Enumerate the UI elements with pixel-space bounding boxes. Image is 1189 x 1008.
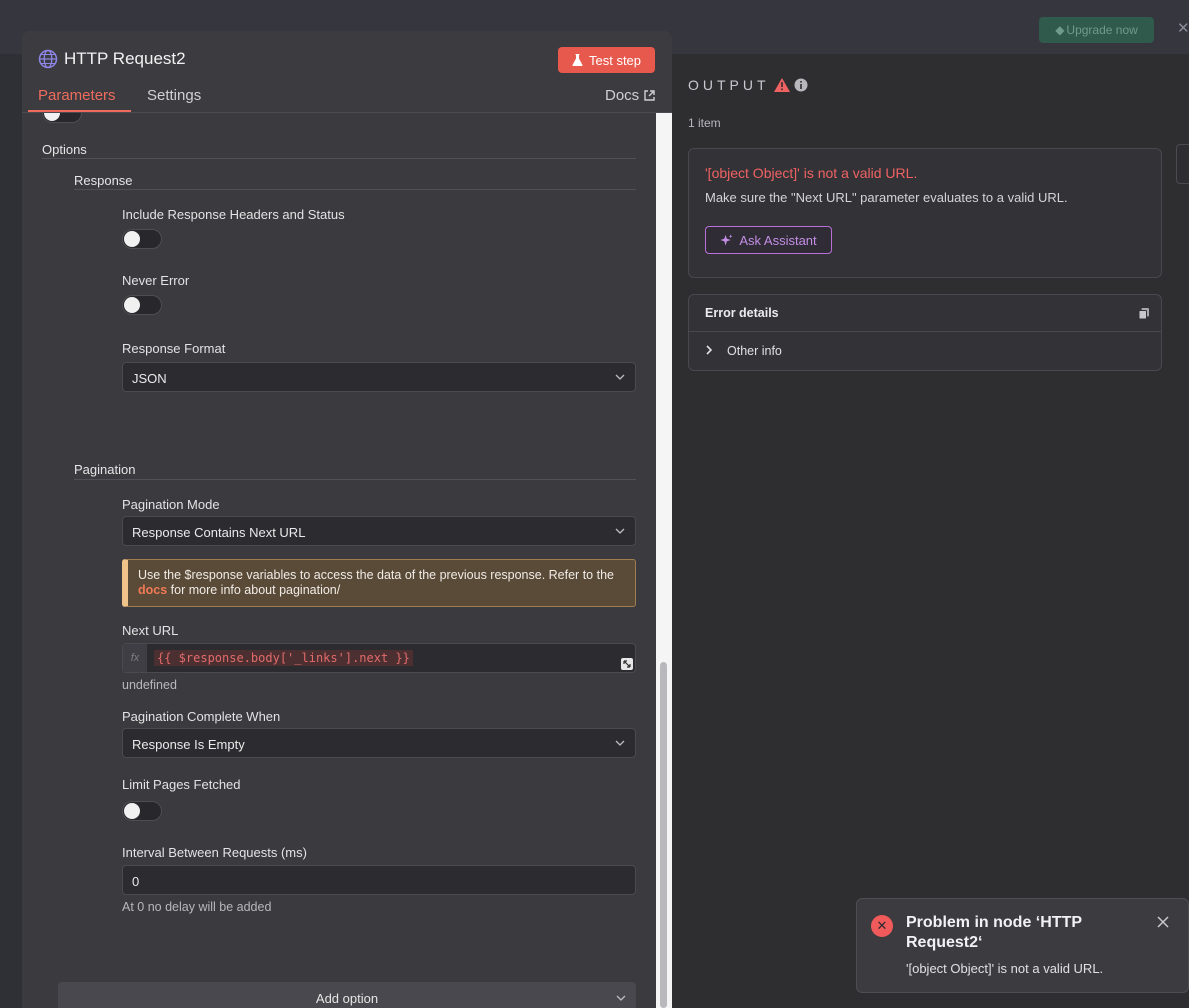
chevron-down-icon: [615, 374, 625, 380]
never-error-label: Never Error: [122, 273, 190, 288]
pagination-mode-select[interactable]: Response Contains Next URL: [122, 516, 636, 546]
toast-message: '[object Object]' is not a valid URL.: [906, 961, 1104, 976]
tab-settings[interactable]: Settings: [147, 87, 201, 104]
complete-when-label: Pagination Complete When: [122, 709, 281, 724]
tab-parameters[interactable]: Parameters: [38, 87, 116, 104]
response-format-select[interactable]: JSON: [122, 362, 636, 392]
limit-pages-toggle[interactable]: [122, 801, 162, 821]
toast-title: Problem in node ‘HTTP Request2‘: [906, 914, 1082, 951]
node-parameters-panel: HTTP Request2 Test step Parameters Setti…: [22, 31, 672, 1008]
interval-label: Interval Between Requests (ms): [122, 845, 307, 860]
docs-notice-link[interactable]: docs: [138, 583, 167, 597]
chevron-down-icon: [616, 995, 626, 1001]
test-step-button[interactable]: Test step: [558, 47, 655, 73]
interval-input[interactable]: 0: [122, 865, 636, 895]
close-icon[interactable]: [1156, 915, 1170, 929]
gem-icon: ◆: [1055, 23, 1065, 37]
interval-hint: At 0 no delay will be added: [122, 900, 272, 914]
error-details-card: Error details Other info: [688, 294, 1162, 371]
error-message: Make sure the "Next URL" parameter evalu…: [705, 190, 1068, 205]
pagination-divider: [74, 479, 636, 480]
ask-assistant-label: Ask Assistant: [739, 232, 817, 248]
error-card: '[object Object]' is not a valid URL. Ma…: [688, 148, 1162, 278]
notice-text: Use the $response variables to access th…: [138, 568, 614, 582]
response-heading: Response: [74, 173, 133, 188]
complete-when-value: Response Is Empty: [132, 737, 245, 752]
next-url-expression: {{ $response.body['_links'].next }}: [154, 650, 413, 666]
globe-icon: [38, 49, 58, 69]
active-tab-indicator: [28, 110, 131, 112]
items-count: 1 item: [688, 116, 721, 130]
details-divider: [689, 331, 1161, 332]
error-title: '[object Object]' is not a valid URL.: [705, 165, 918, 181]
node-title[interactable]: HTTP Request2: [64, 49, 186, 69]
output-panel: OUTPUT 1 item '[object Object]' is not a…: [672, 54, 1189, 1008]
complete-when-select[interactable]: Response Is Empty: [122, 728, 636, 758]
upgrade-button[interactable]: ◆ Upgrade now: [1039, 17, 1154, 43]
next-url-expression-input[interactable]: fx {{ $response.body['_links'].next }}: [122, 643, 636, 673]
error-details-title: Error details: [705, 306, 779, 320]
test-step-label: Test step: [588, 52, 642, 68]
chevron-down-icon: [615, 740, 625, 746]
chevron-right-icon[interactable]: [705, 345, 713, 355]
docs-link[interactable]: Docs: [605, 87, 655, 104]
notice-tail: for more info about pagination/: [170, 583, 341, 597]
pagination-mode-value: Response Contains Next URL: [132, 525, 306, 540]
add-option-button[interactable]: Add option: [58, 982, 636, 1008]
external-link-icon: [644, 90, 655, 101]
options-heading: Options: [42, 142, 87, 157]
other-info-toggle[interactable]: Other info: [727, 344, 782, 358]
output-title-label: OUTPUT: [688, 77, 770, 93]
close-icon[interactable]: ✕: [1177, 19, 1189, 37]
include-headers-label: Include Response Headers and Status: [122, 207, 345, 222]
error-circle-icon: ✕: [871, 915, 893, 937]
chevron-down-icon: [615, 528, 625, 534]
add-option-label: Add option: [315, 990, 379, 1006]
flask-icon: [572, 54, 583, 66]
upgrade-button-label: Upgrade now: [1066, 23, 1138, 37]
copy-icon[interactable]: [1139, 308, 1149, 319]
expand-editor-icon[interactable]: [621, 658, 633, 670]
response-format-value: JSON: [132, 371, 167, 386]
side-tab[interactable]: [1176, 144, 1189, 184]
next-url-label: Next URL: [122, 623, 179, 638]
never-error-toggle[interactable]: [122, 295, 162, 315]
panel-header: HTTP Request2 Test step Parameters Setti…: [22, 31, 672, 113]
pagination-mode-label: Pagination Mode: [122, 497, 220, 512]
response-format-label: Response Format: [122, 341, 226, 356]
partial-toggle[interactable]: [42, 113, 82, 123]
response-divider: [74, 189, 636, 190]
scrollbar-thumb[interactable]: [660, 662, 667, 1008]
fx-icon: fx: [123, 644, 147, 672]
pagination-heading: Pagination: [74, 462, 136, 477]
output-title: OUTPUT: [688, 77, 808, 93]
ask-assistant-button[interactable]: Ask Assistant: [705, 226, 832, 254]
info-icon[interactable]: [794, 78, 808, 92]
next-url-result: undefined: [122, 678, 177, 692]
include-headers-toggle[interactable]: [122, 229, 162, 249]
warning-icon: [773, 78, 790, 92]
pagination-notice: Use the $response variables to access th…: [122, 559, 636, 607]
error-toast: ✕ Problem in node ‘HTTP Request2‘ '[obje…: [856, 898, 1189, 993]
options-divider: [42, 158, 636, 159]
docs-label: Docs: [605, 87, 640, 104]
sparkle-icon: [720, 233, 733, 246]
limit-pages-label: Limit Pages Fetched: [122, 777, 241, 792]
parameters-scroll-area[interactable]: Options Response Include Response Header…: [22, 113, 656, 1008]
